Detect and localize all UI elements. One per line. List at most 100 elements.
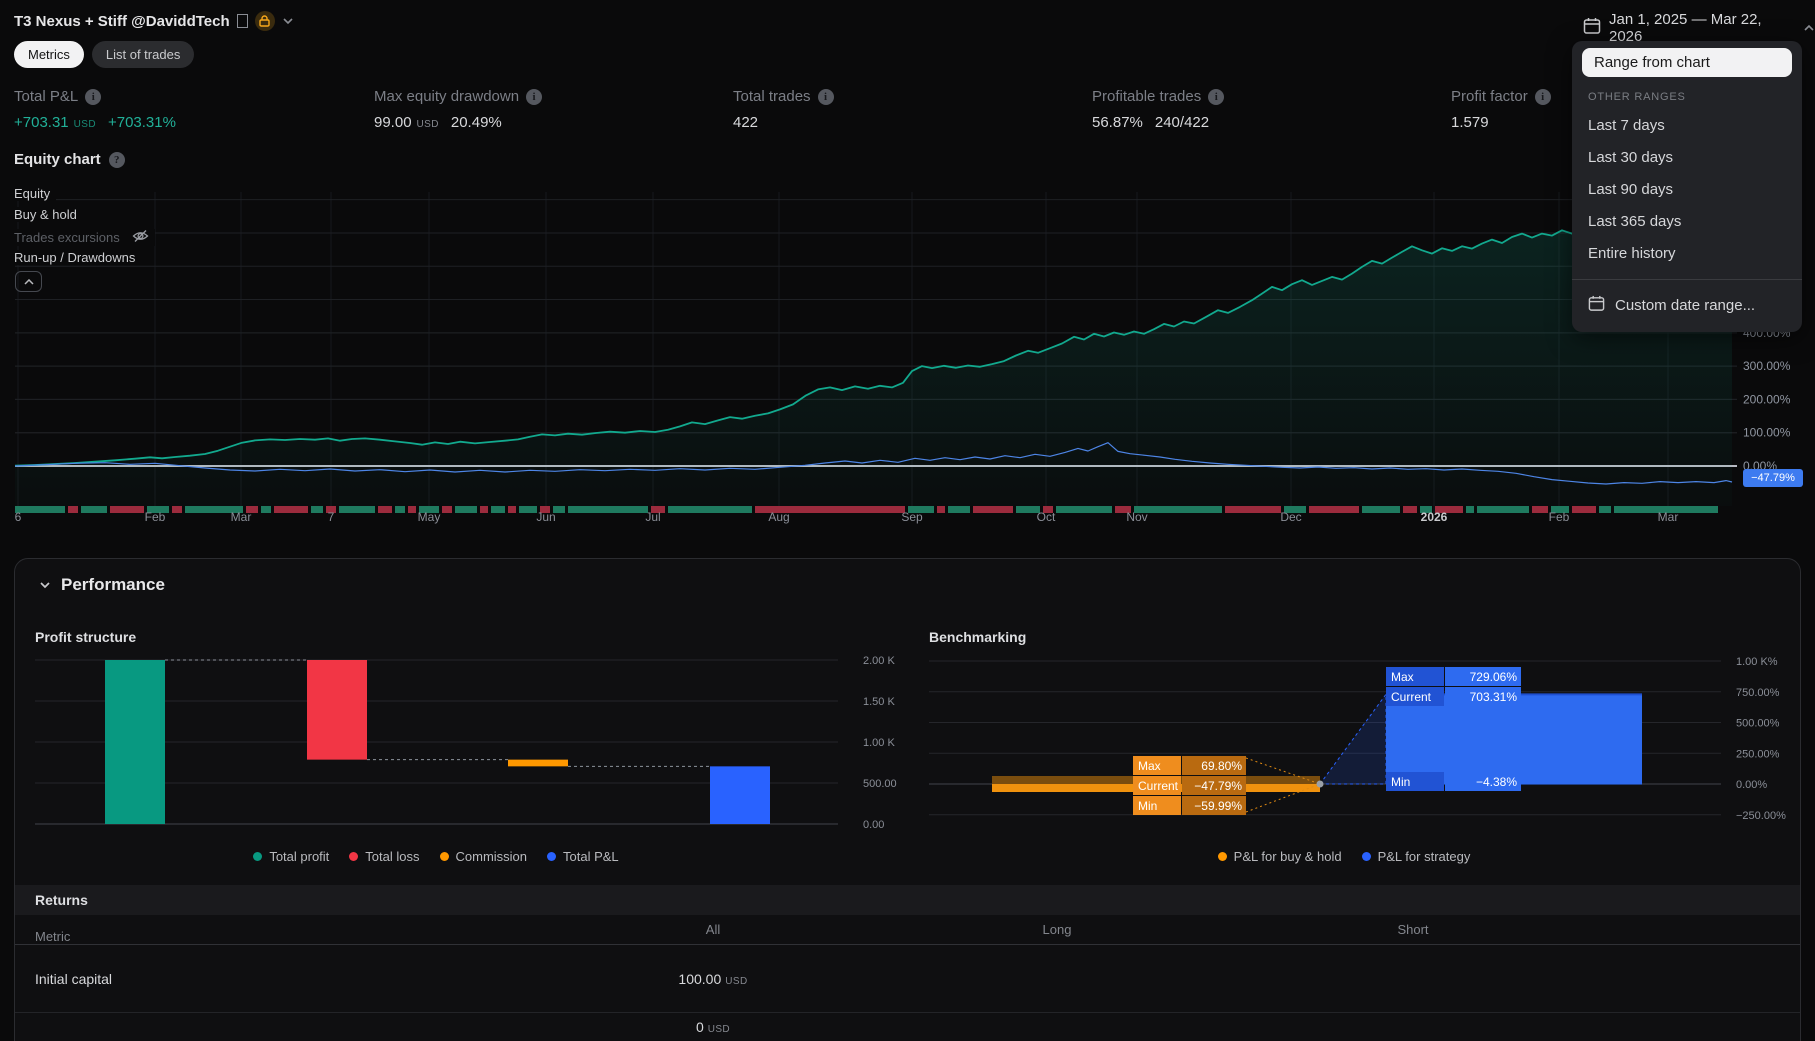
svg-text:Sep: Sep [901,510,923,524]
svg-text:Oct: Oct [1037,510,1056,524]
info-icon[interactable]: i [817,88,834,105]
calendar-icon [1588,295,1605,316]
protected-script-lock-icon[interactable] [254,11,275,31]
stat-label: Total P&L [14,88,79,105]
menu-item-entire-history[interactable]: Entire history [1572,237,1802,269]
legend-label: P&L for strategy [1377,849,1471,864]
svg-text:200.00%: 200.00% [1743,392,1791,406]
returns-table-header: Metric All Long Short [15,915,1800,945]
menu-item-custom-date-range[interactable]: Custom date range... [1572,290,1802,320]
svg-text:Nov: Nov [1126,510,1147,524]
svg-text:Mar: Mar [1658,510,1679,524]
tab-list-of-trades[interactable]: List of trades [91,41,195,68]
eye-off-icon[interactable] [132,229,149,246]
col-long: Long [1042,922,1072,937]
row-value: 100.00 [678,970,722,987]
svg-text:300.00%: 300.00% [1743,359,1791,373]
info-icon[interactable]: i [1534,88,1551,105]
legend-item[interactable]: Total loss [349,849,420,864]
legend-item-buy-and-hold[interactable]: Buy & hold [14,207,83,222]
legend-dot [253,852,263,861]
benchmarking-chart-canvas[interactable]: 1.00 K% 750.00% 500.00% 250.00% 0.00% −250.00… [929,651,1815,876]
svg-text:Current: Current [1138,779,1179,793]
menu-item-range-from-chart[interactable]: Range from chart [1582,48,1792,77]
svg-text:Min: Min [1391,775,1410,789]
table-row-initial-capital: Initial capital 100.00 USD [15,945,1800,1013]
svg-text:Feb: Feb [145,510,166,524]
stat-value2: 240/422 [1154,114,1210,131]
stat-value: 99.00 [374,114,412,131]
legend-dot [1217,852,1227,861]
svg-text:69.80%: 69.80% [1201,759,1242,773]
chevron-down-icon [40,582,50,589]
legend-dot [1361,852,1371,861]
collapse-chart-button[interactable] [15,271,42,292]
performance-section-header[interactable]: Performance [39,575,165,595]
svg-text:1.00 K%: 1.00 K% [1736,656,1778,668]
legend-label: Commission [455,849,528,864]
legend-item[interactable]: Total profit [253,849,329,864]
stat-value: 422 [733,114,759,131]
svg-text:−250.00%: −250.00% [1736,810,1786,822]
chevron-up-icon [1803,19,1815,37]
help-icon[interactable]: ? [108,151,125,168]
legend-dot [439,852,449,861]
legend-item-trades-excursions[interactable]: Trades excursions [14,229,155,246]
row-value: 0 [695,1019,704,1035]
svg-text:1.00 K: 1.00 K [863,737,895,749]
legend-item-runup-drawdowns[interactable]: Run-up / Drawdowns [14,250,142,265]
legend-item[interactable]: P&L for strategy [1361,849,1471,864]
svg-text:−59.99%: −59.99% [1194,799,1242,813]
legend-item[interactable]: Total P&L [547,849,619,864]
stat-unit: USD [416,119,439,130]
stat-total-pnl: Total P&L i +703.31 USD +703.31% [14,88,176,131]
svg-text:Jun: Jun [536,510,555,524]
svg-text:2026: 2026 [1421,510,1448,524]
col-metric: Metric [35,929,71,944]
svg-text:6: 6 [15,510,22,524]
info-icon[interactable]: i [85,88,102,105]
strategy-title: T3 Nexus + Stiff @DaviddTech [14,12,230,30]
equity-chart-title: Equity chart ? [14,151,125,168]
stat-value: 1.579 [1451,114,1489,131]
legend-label: Total P&L [563,849,619,864]
legend-item-equity[interactable]: Equity [14,186,57,201]
stat-total-trades: Total trades i 422 [733,88,834,131]
stat-profit-factor: Profit factor i 1.579 [1451,88,1551,131]
stat-value: 56.87% [1092,114,1143,131]
equity-chart-canvas[interactable]: 400.00%300.00%200.00%100.00%0.00%6 Feb Mar… [0,180,1815,526]
stat-value2: 20.49% [450,114,502,131]
menu-item-last-30-days[interactable]: Last 30 days [1572,141,1802,173]
date-range-control[interactable]: Jan 1, 2025 — Mar 22, 2026 [1583,11,1815,45]
legend-item[interactable]: P&L for buy & hold [1217,849,1342,864]
info-icon[interactable]: i [526,88,543,105]
svg-text:2.00 K: 2.00 K [863,655,895,667]
legend-label: Total loss [365,849,420,864]
svg-text:729.06%: 729.06% [1470,670,1518,684]
menu-item-last-90-days[interactable]: Last 90 days [1572,173,1802,205]
row-unit: USD [707,1024,731,1035]
svg-text:1.50 K: 1.50 K [863,696,895,708]
tab-metrics[interactable]: Metrics [14,41,84,68]
profit-structure-chart-canvas[interactable]: 2.00 K 1.50 K 1.00 K 500.00 0.00 [21,651,911,876]
missing-glyph-box [236,14,248,28]
legend-label: P&L for buy & hold [1233,849,1342,864]
stat-profitable-trades: Profitable trades i 56.87% 240/422 [1092,88,1225,131]
stat-max-drawdown: Max equity drawdown i 99.00 USD 20.49% [374,88,543,131]
view-tabs: Metrics List of trades [14,41,195,68]
menu-item-last-365-days[interactable]: Last 365 days [1572,205,1802,237]
stat-label: Profitable trades [1092,88,1202,105]
strategy-menu-chevron-down-icon[interactable] [282,17,294,25]
svg-text:0.00%: 0.00% [1736,779,1767,791]
benchmarking-legend: P&L for buy & hold P&L for strategy [929,849,1759,864]
svg-text:Max: Max [1391,670,1414,684]
svg-text:500.00: 500.00 [863,778,897,790]
svg-text:703.31%: 703.31% [1470,690,1518,704]
svg-text:Current: Current [1391,690,1432,704]
menu-item-last-7-days[interactable]: Last 7 days [1572,109,1802,141]
svg-text:Feb: Feb [1549,510,1570,524]
svg-text:Aug: Aug [768,510,789,524]
legend-label: Total profit [269,849,330,864]
info-icon[interactable]: i [1208,88,1225,105]
legend-item[interactable]: Commission [439,849,528,864]
